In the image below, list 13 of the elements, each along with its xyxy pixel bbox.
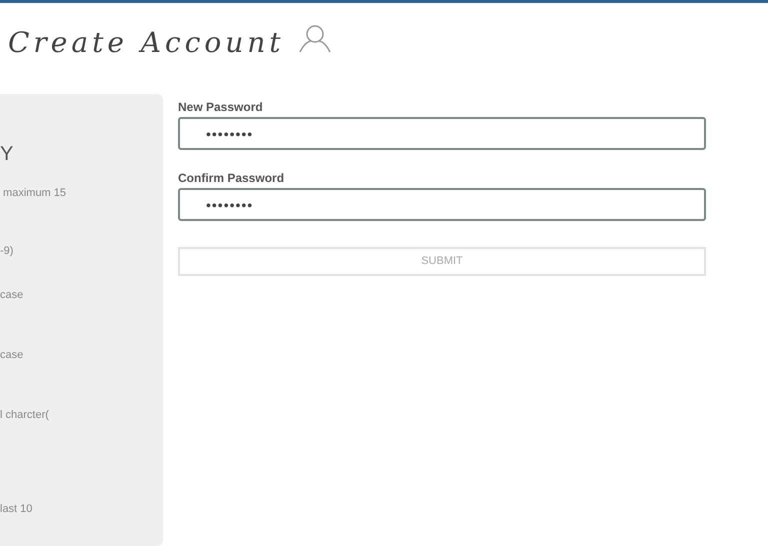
rule-text: -9) [0, 244, 14, 258]
user-icon [296, 24, 333, 54]
rule-text: l charcter( [0, 408, 49, 422]
password-field[interactable]: •••••••• [178, 188, 706, 221]
rule-text: case [0, 288, 24, 302]
rule-text: last 10 [0, 502, 32, 516]
page-title: Create Account [8, 25, 285, 61]
rule-text: maximum 15 [2, 186, 66, 200]
rule-text: case [0, 348, 24, 362]
rules-heading: Y [0, 144, 14, 164]
password-field[interactable]: •••••••• [178, 117, 706, 150]
field-label: New Password [178, 100, 263, 114]
field-label: Confirm Password [178, 171, 284, 185]
